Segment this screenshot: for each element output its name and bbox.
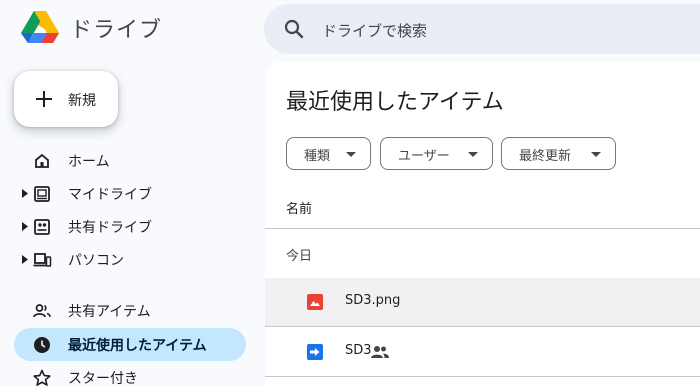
search-placeholder[interactable]: ドライブで検索 xyxy=(322,20,427,41)
sidebar-item-home[interactable]: ホーム xyxy=(14,144,246,177)
divider xyxy=(265,326,700,327)
column-header-name[interactable]: 名前 xyxy=(286,198,312,217)
file-name: SD3 xyxy=(345,343,372,358)
dropdown-arrow-icon xyxy=(346,152,356,157)
search-icon[interactable] xyxy=(282,17,306,41)
page-title: 最近使用したアイテム xyxy=(286,90,504,115)
shared-people-icon xyxy=(371,346,389,358)
computers-icon xyxy=(33,253,52,267)
sidebar-item-recent[interactable]: 最近使用したアイテム xyxy=(14,328,246,361)
sidebar-item-label: マイドライブ xyxy=(68,187,152,203)
new-button-label: 新規 xyxy=(68,93,96,109)
dropdown-arrow-icon xyxy=(468,152,478,157)
file-row[interactable]: SD3 xyxy=(265,328,700,376)
recent-icon xyxy=(34,337,50,353)
divider xyxy=(265,228,700,229)
filter-modified-chip[interactable]: 最終更新 xyxy=(501,137,616,170)
sidebar-item-label: 最近使用したアイテム xyxy=(68,338,207,354)
filter-chip-label: ユーザー xyxy=(398,149,450,164)
sidebar-item-label: ホーム xyxy=(68,154,110,170)
file-name: SD3.png xyxy=(345,293,401,308)
sidebar-item-shared-drives[interactable]: 共有ドライブ xyxy=(14,210,246,243)
sidebar-item-my-drive[interactable]: マイドライブ xyxy=(14,177,246,210)
sidebar-item-label: パソコン xyxy=(68,253,124,269)
filter-chip-label: 種類 xyxy=(304,149,331,164)
expand-caret-icon[interactable] xyxy=(22,255,28,264)
new-button[interactable]: 新規 xyxy=(14,71,118,127)
my-drive-icon xyxy=(34,186,50,202)
home-icon xyxy=(35,153,49,168)
sidebar-item-label: スター付き xyxy=(68,371,138,386)
search-box[interactable]: ドライブで検索 xyxy=(264,4,700,54)
expand-caret-icon[interactable] xyxy=(22,222,28,231)
section-label-today: 今日 xyxy=(286,249,313,264)
sidebar-item-starred[interactable]: スター付き xyxy=(14,361,246,386)
plus-icon xyxy=(36,91,52,107)
filter-type-chip[interactable]: 種類 xyxy=(286,137,371,170)
star-icon xyxy=(33,369,51,386)
drive-logo-icon xyxy=(21,11,59,43)
shared-drives-icon xyxy=(34,219,50,235)
filter-people-chip[interactable]: ユーザー xyxy=(380,137,493,170)
expand-caret-icon[interactable] xyxy=(22,189,28,198)
shared-with-me-icon xyxy=(33,304,51,318)
sidebar-item-computers[interactable]: パソコン xyxy=(14,243,246,276)
app-title: ドライブ xyxy=(70,18,163,43)
dropdown-arrow-icon xyxy=(591,152,601,157)
sidebar-item-label: 共有ドライブ xyxy=(68,220,152,236)
sidebar-item-label: 共有アイテム xyxy=(68,304,151,320)
filter-chip-label: 最終更新 xyxy=(519,149,572,164)
divider xyxy=(265,376,700,377)
main-panel: 最近使用したアイテム 種類 ユーザー 最終更新 名前 今日 SD3.png SD… xyxy=(265,62,700,386)
file-row[interactable]: SD3.png xyxy=(265,278,700,326)
sidebar-item-shared-with-me[interactable]: 共有アイテム xyxy=(14,294,246,327)
shortcut-file-icon xyxy=(307,344,323,360)
image-file-icon xyxy=(307,294,323,310)
